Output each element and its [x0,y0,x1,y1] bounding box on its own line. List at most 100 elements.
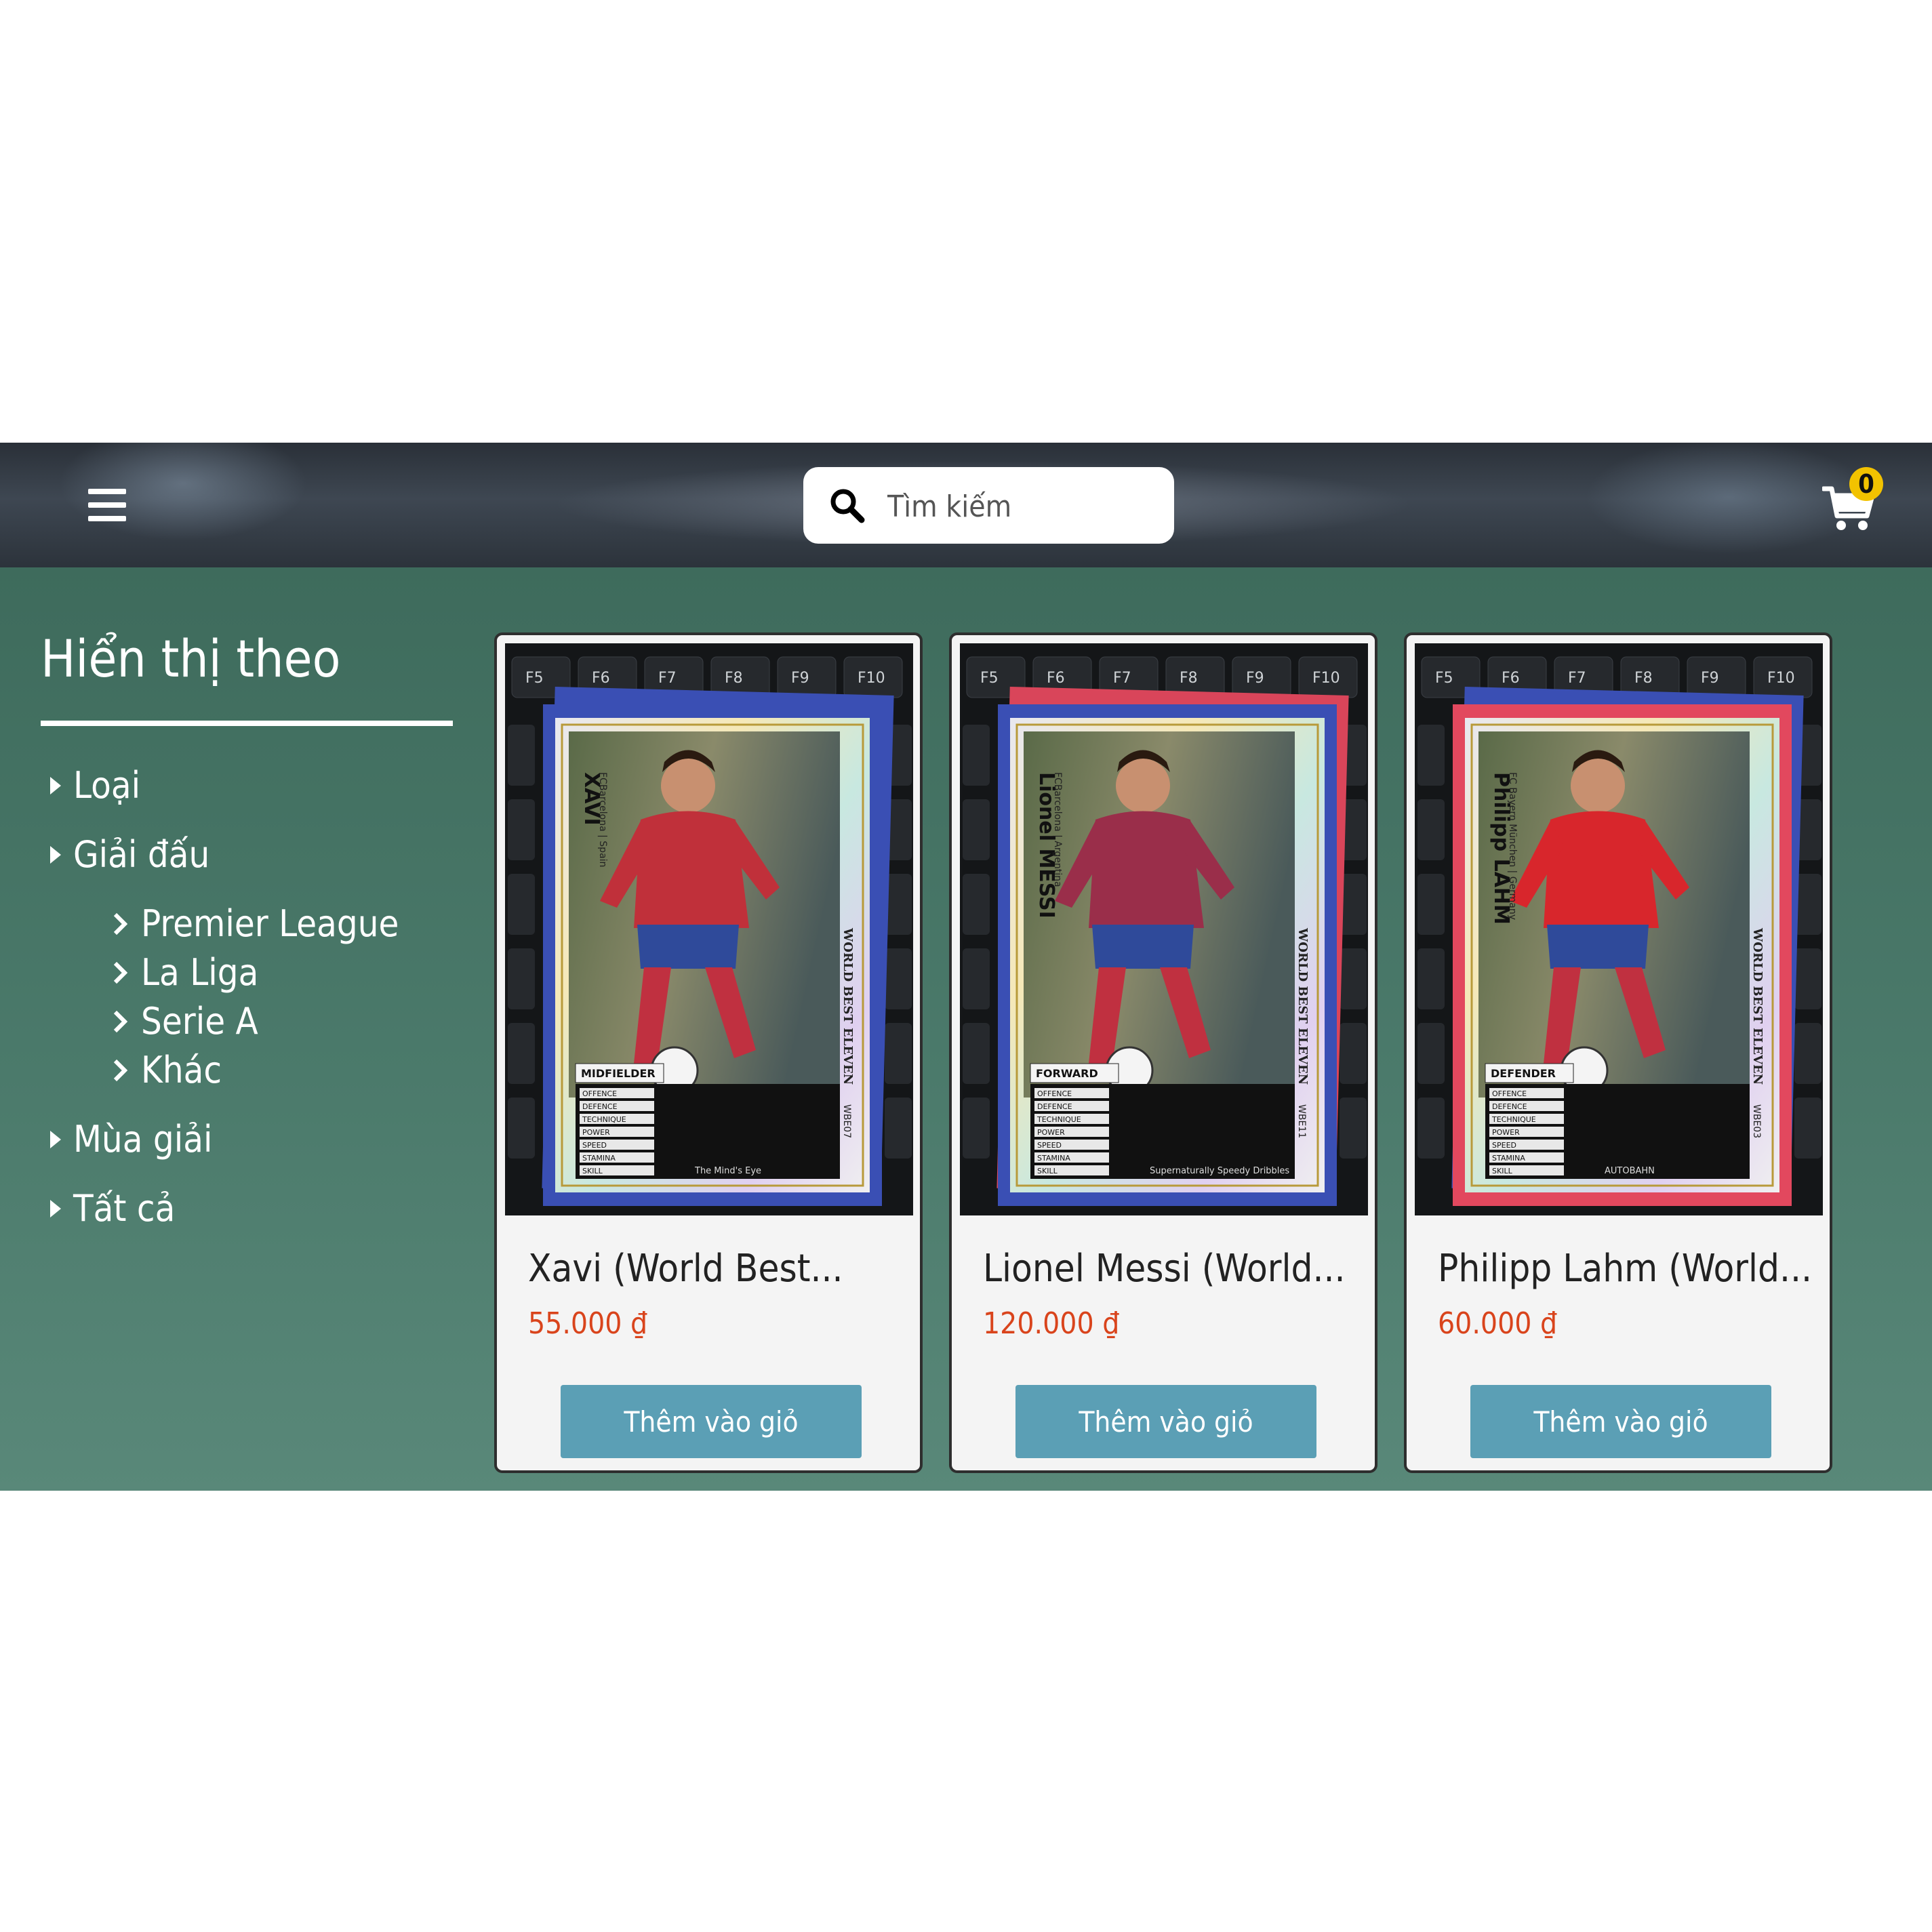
svg-text:WORLD BEST ELEVEN: WORLD BEST ELEVEN [841,927,855,1085]
product-image[interactable]: F5 F6 F7 F8 F9 F10 XAVI FCBarcelona | Spain WORL… [505,643,913,1215]
product-price: 120.000 ₫ [983,1306,1120,1341]
search-bar[interactable] [803,467,1174,544]
product-title[interactable]: Lionel Messi (World... [983,1247,1346,1291]
svg-text:SKILL: SKILL [1492,1167,1513,1175]
sidebar-title: Hiển thị theo [41,628,341,689]
svg-text:WORLD BEST ELEVEN: WORLD BEST ELEVEN [1295,927,1310,1085]
svg-text:WBE07: WBE07 [841,1104,852,1138]
league-serie-a[interactable]: Serie A [113,1000,258,1043]
league-label: La Liga [141,951,259,994]
category-league[interactable]: Giải đấu [50,833,209,876]
svg-text:TECHNIQUE: TECHNIQUE [1037,1115,1081,1124]
svg-text:SPEED: SPEED [1492,1141,1516,1150]
svg-text:FC Bayern München | Germany: FC Bayern München | Germany [1507,772,1518,920]
svg-text:MIDFIELDER: MIDFIELDER [581,1067,656,1080]
svg-text:AUTOBAHN: AUTOBAHN [1605,1166,1655,1176]
svg-text:WBE11: WBE11 [1296,1104,1307,1138]
trading-card-photo: F5 F6 F7 F8 F9 F10Lionel MESSIFCBarcelona | A… [960,643,1368,1215]
cart-count-badge: 0 [1849,467,1883,501]
svg-text:F6: F6 [1502,670,1520,687]
category-label: Giải đấu [73,833,210,876]
sidebar-divider [41,721,453,726]
svg-text:OFFENCE: OFFENCE [1037,1089,1072,1098]
svg-text:Supernaturally Speedy Dribbles: Supernaturally Speedy Dribbles [1150,1166,1289,1176]
category-label: Mùa giải [73,1118,213,1161]
svg-text:The Mind's Eye: The Mind's Eye [694,1166,761,1176]
add-to-cart-button[interactable]: Thêm vào giỏ [1470,1385,1771,1458]
svg-text:F10: F10 [1312,670,1340,687]
svg-text:F8: F8 [1180,670,1198,687]
svg-text:F8: F8 [1634,670,1653,687]
category-type[interactable]: Loại [50,764,140,807]
svg-text:F9: F9 [791,670,809,687]
svg-text:F9: F9 [1246,670,1264,687]
product-title[interactable]: Xavi (World Best... [528,1247,843,1291]
caret-right-icon [50,845,61,864]
svg-text:OFFENCE: OFFENCE [1492,1089,1527,1098]
product-card[interactable]: F5 F6 F7 F8 F9 F10 Philipp LAHM FC Bayern Münch… [1404,632,1832,1473]
league-other[interactable]: Khác [113,1049,222,1091]
svg-text:F9: F9 [1701,670,1719,687]
svg-text:SKILL: SKILL [1037,1167,1058,1175]
svg-text:F7: F7 [1113,670,1131,687]
svg-text:POWER: POWER [582,1128,610,1137]
svg-text:POWER: POWER [1492,1128,1520,1137]
league-la-liga[interactable]: La Liga [113,951,258,994]
product-image[interactable]: F5 F6 F7 F8 F9 F10 Lionel MESSI FCBarcelona | A… [960,643,1368,1215]
caret-right-icon [50,776,61,794]
caret-right-icon [50,1199,61,1217]
svg-text:SKILL: SKILL [582,1167,603,1175]
svg-text:OFFENCE: OFFENCE [582,1089,617,1098]
menu-icon[interactable] [88,489,126,521]
league-premier-league[interactable]: Premier League [113,902,399,945]
svg-text:TECHNIQUE: TECHNIQUE [582,1115,626,1124]
svg-text:TECHNIQUE: TECHNIQUE [1491,1115,1536,1124]
product-card[interactable]: F5 F6 F7 F8 F9 F10 XAVI FCBarcelona | Spain WORL… [494,632,923,1473]
svg-text:F5: F5 [525,670,544,687]
chevron-right-icon [113,1010,127,1032]
product-card[interactable]: F5 F6 F7 F8 F9 F10 Lionel MESSI FCBarcelona | A… [949,632,1377,1473]
svg-text:FCBarcelona | Argentina: FCBarcelona | Argentina [1052,772,1063,887]
league-label: Khác [141,1049,222,1091]
category-season[interactable]: Mùa giải [50,1118,213,1161]
svg-text:F8: F8 [725,670,743,687]
svg-text:DEFENDER: DEFENDER [1491,1067,1556,1080]
svg-text:SPEED: SPEED [582,1141,607,1150]
svg-text:F7: F7 [658,670,677,687]
svg-text:F10: F10 [858,670,885,687]
svg-text:DEFENCE: DEFENCE [582,1102,618,1111]
add-to-cart-button[interactable]: Thêm vào giỏ [1015,1385,1316,1458]
category-label: Tất cả [73,1187,176,1230]
trading-card-photo: F5 F6 F7 F8 F9 F10Philipp LAHMFC Bayern Münch… [1415,643,1823,1215]
product-price: 55.000 ₫ [528,1306,648,1341]
category-label: Loại [73,764,141,807]
svg-text:FORWARD: FORWARD [1036,1067,1098,1080]
svg-text:F5: F5 [1435,670,1453,687]
caret-right-icon [50,1130,61,1148]
product-image[interactable]: F5 F6 F7 F8 F9 F10 Philipp LAHM FC Bayern Münch… [1415,643,1823,1215]
product-title[interactable]: Philipp Lahm (World... [1438,1247,1812,1291]
add-to-cart-button[interactable]: Thêm vào giỏ [561,1385,862,1458]
svg-text:F7: F7 [1568,670,1586,687]
svg-text:DEFENCE: DEFENCE [1037,1102,1072,1111]
svg-text:DEFENCE: DEFENCE [1492,1102,1527,1111]
svg-text:POWER: POWER [1037,1128,1065,1137]
svg-text:F5: F5 [980,670,999,687]
top-header: 0 [0,443,1932,567]
svg-text:F6: F6 [1047,670,1065,687]
svg-text:WBE03: WBE03 [1751,1104,1762,1138]
product-price: 60.000 ₫ [1438,1306,1558,1341]
search-input[interactable] [886,482,1160,531]
svg-text:STAMINA: STAMINA [582,1154,616,1163]
svg-text:WORLD BEST ELEVEN: WORLD BEST ELEVEN [1750,927,1765,1085]
svg-text:STAMINA: STAMINA [1492,1154,1525,1163]
svg-text:SPEED: SPEED [1037,1141,1062,1150]
svg-text:F6: F6 [592,670,610,687]
search-icon [830,489,865,523]
league-label: Premier League [141,902,399,945]
league-label: Serie A [141,1000,258,1043]
chevron-right-icon [113,961,127,984]
svg-text:F10: F10 [1767,670,1795,687]
category-all[interactable]: Tất cả [50,1187,175,1230]
chevron-right-icon [113,1059,127,1081]
